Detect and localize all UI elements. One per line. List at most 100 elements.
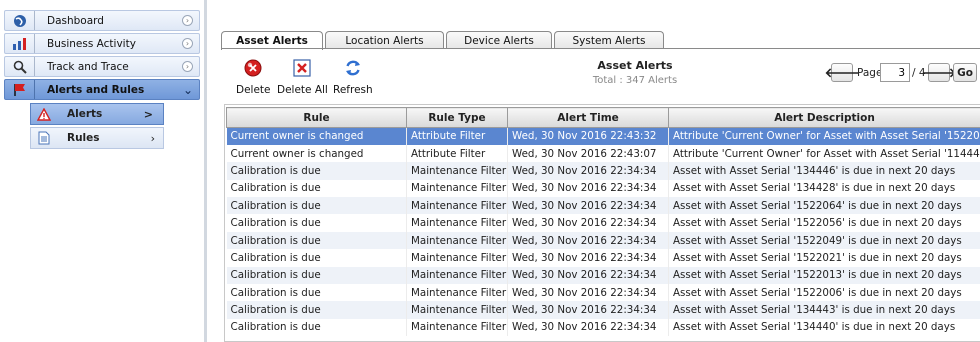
prev-page-button[interactable]: 🡐 xyxy=(825,63,859,82)
cell-rule: Calibration is due xyxy=(226,214,407,232)
cell-rule-type: Attribute Filter xyxy=(406,144,508,163)
sidebar-item-dashboard[interactable]: Dashboard › xyxy=(4,10,200,31)
cell-alert-description: Asset with Asset Serial '1522064' is due… xyxy=(668,197,980,215)
bar-chart-icon xyxy=(5,34,35,53)
chevron-right-icon: › xyxy=(182,15,193,26)
column-header-rule[interactable]: Rule xyxy=(226,107,407,128)
table-row[interactable]: Calibration is due Maintenance Filter Wed,… xyxy=(226,197,980,215)
cell-alert-description: Asset with Asset Serial '1522021' is due… xyxy=(668,249,980,267)
chevron-right-icon: › xyxy=(150,131,155,145)
alerts-total: Total : 347 Alerts xyxy=(592,75,678,86)
table-row[interactable]: Calibration is due Maintenance Filter Wed,… xyxy=(226,231,980,250)
cell-rule-type: Maintenance Filter xyxy=(406,301,508,319)
table-row[interactable]: Calibration is due Maintenance Filter Wed,… xyxy=(226,284,980,302)
delete-icon xyxy=(243,58,263,78)
delete-label: Delete xyxy=(236,84,271,96)
sidebar: Dashboard › Business Activity › Track an… xyxy=(0,0,204,342)
cell-alert-time: Wed, 30 Nov 2016 22:34:34 xyxy=(507,249,669,267)
page-number-input[interactable] xyxy=(880,63,910,82)
cell-alert-description: Asset with Asset Serial '1522049' is due… xyxy=(668,231,980,250)
tab-baseline xyxy=(221,48,980,49)
go-button[interactable]: Go xyxy=(953,63,977,82)
column-header-rule-type[interactable]: Rule Type xyxy=(406,107,508,128)
sidebar-item-track-and-trace[interactable]: Track and Trace › xyxy=(4,56,200,77)
cell-alert-description: Asset with Asset Serial '1522006' is due… xyxy=(668,284,980,302)
table-row[interactable]: Calibration is due Maintenance Filter Wed,… xyxy=(226,179,980,198)
cell-alert-time: Wed, 30 Nov 2016 22:43:07 xyxy=(507,144,669,163)
sidebar-subitem-rules[interactable]: Rules › xyxy=(30,127,164,149)
cell-rule-type: Maintenance Filter xyxy=(406,179,508,198)
cell-rule-type: Maintenance Filter xyxy=(406,318,508,337)
cell-alert-time: Wed, 30 Nov 2016 22:43:32 xyxy=(507,127,669,145)
cell-rule-type: Maintenance Filter xyxy=(406,284,508,302)
sidebar-item-label: Business Activity xyxy=(47,37,136,50)
sidebar-subitem-label: Alerts xyxy=(67,108,103,120)
cell-alert-time: Wed, 30 Nov 2016 22:34:34 xyxy=(507,197,669,215)
cell-alert-time: Wed, 30 Nov 2016 22:34:34 xyxy=(507,266,669,285)
globe-icon xyxy=(5,11,35,30)
sidebar-item-business-activity[interactable]: Business Activity › xyxy=(4,33,200,54)
tab-system-alerts[interactable]: System Alerts xyxy=(554,31,664,49)
page-title: Asset Alerts xyxy=(597,59,673,72)
cell-alert-time: Wed, 30 Nov 2016 22:34:34 xyxy=(507,214,669,232)
cell-rule: Calibration is due xyxy=(226,197,407,215)
magnifier-icon xyxy=(5,57,35,76)
cell-rule: Calibration is due xyxy=(226,266,407,285)
cell-rule-type: Maintenance Filter xyxy=(406,197,508,215)
cell-rule: Calibration is due xyxy=(226,179,407,198)
arrow-left-icon: 🡐 xyxy=(824,65,860,81)
delete-all-icon xyxy=(292,58,312,78)
table-row[interactable]: Calibration is due Maintenance Filter Wed,… xyxy=(226,249,980,267)
cell-alert-description: Asset with Asset Serial '134446' is due … xyxy=(668,162,980,180)
cell-rule: Calibration is due xyxy=(226,162,407,180)
delete-button[interactable]: Delete xyxy=(236,58,271,96)
column-header-alert-description[interactable]: Alert Description xyxy=(668,107,980,128)
cell-rule-type: Maintenance Filter xyxy=(406,231,508,250)
warning-triangle-icon xyxy=(31,107,57,121)
refresh-button[interactable]: Refresh xyxy=(333,58,373,96)
cell-rule-type: Attribute Filter xyxy=(406,127,508,145)
red-flag-icon xyxy=(5,80,35,99)
sidebar-subitem-alerts[interactable]: Alerts > xyxy=(30,103,164,125)
table-header-row: Rule Rule Type Alert Time Alert Descript… xyxy=(226,107,980,128)
cell-alert-time: Wed, 30 Nov 2016 22:34:34 xyxy=(507,231,669,250)
table-row[interactable]: Current owner is changed Attribute Filter… xyxy=(226,127,980,145)
delete-all-button[interactable]: Delete All xyxy=(277,58,328,96)
cell-alert-description: Asset with Asset Serial '134428' is due … xyxy=(668,179,980,198)
chevron-down-icon: ⌄ xyxy=(182,82,193,97)
refresh-icon xyxy=(343,58,363,78)
cell-alert-time: Wed, 30 Nov 2016 22:34:34 xyxy=(507,179,669,198)
sidebar-item-alerts-and-rules[interactable]: Alerts and Rules ⌄ xyxy=(4,79,200,100)
cell-rule: Calibration is due xyxy=(226,284,407,302)
table-row[interactable]: Calibration is due Maintenance Filter Wed,… xyxy=(226,162,980,180)
table-row[interactable]: Calibration is due Maintenance Filter Wed,… xyxy=(226,301,980,319)
cell-alert-description: Asset with Asset Serial '134443' is due … xyxy=(668,301,980,319)
table-row[interactable]: Calibration is due Maintenance Filter Wed,… xyxy=(226,214,980,232)
alerts-table: Rule Rule Type Alert Time Alert Descript… xyxy=(226,107,980,337)
cell-rule-type: Maintenance Filter xyxy=(406,266,508,285)
cell-alert-description: Attribute 'Current Owner' for Asset with… xyxy=(668,144,980,163)
page-label: Page xyxy=(857,67,883,79)
cell-rule: Calibration is due xyxy=(226,231,407,250)
tab-location-alerts[interactable]: Location Alerts xyxy=(325,31,444,49)
table-row[interactable]: Calibration is due Maintenance Filter Wed,… xyxy=(226,266,980,285)
tab-device-alerts[interactable]: Device Alerts xyxy=(446,31,552,49)
cell-rule-type: Maintenance Filter xyxy=(406,214,508,232)
sidebar-item-label: Dashboard xyxy=(47,14,104,27)
cell-rule: Calibration is due xyxy=(226,249,407,267)
next-page-button[interactable]: 🡒 xyxy=(922,63,956,82)
sidebar-item-label: Alerts and Rules xyxy=(47,83,145,96)
sidebar-subitem-label: Rules xyxy=(67,132,100,144)
cell-rule-type: Maintenance Filter xyxy=(406,249,508,267)
table-body: Current owner is changed Attribute Filter… xyxy=(226,127,980,337)
delete-all-label: Delete All xyxy=(277,84,328,96)
cell-rule: Current owner is changed xyxy=(226,144,407,163)
cell-alert-time: Wed, 30 Nov 2016 22:34:34 xyxy=(507,318,669,337)
table-row[interactable]: Current owner is changed Attribute Filter… xyxy=(226,144,980,163)
document-icon xyxy=(31,131,57,145)
table-row[interactable]: Calibration is due Maintenance Filter Wed,… xyxy=(226,318,980,337)
cell-rule-type: Maintenance Filter xyxy=(406,162,508,180)
cell-alert-description: Attribute 'Current Owner' for Asset with… xyxy=(668,127,980,145)
chevron-right-icon: › xyxy=(182,38,193,49)
column-header-alert-time[interactable]: Alert Time xyxy=(507,107,669,128)
